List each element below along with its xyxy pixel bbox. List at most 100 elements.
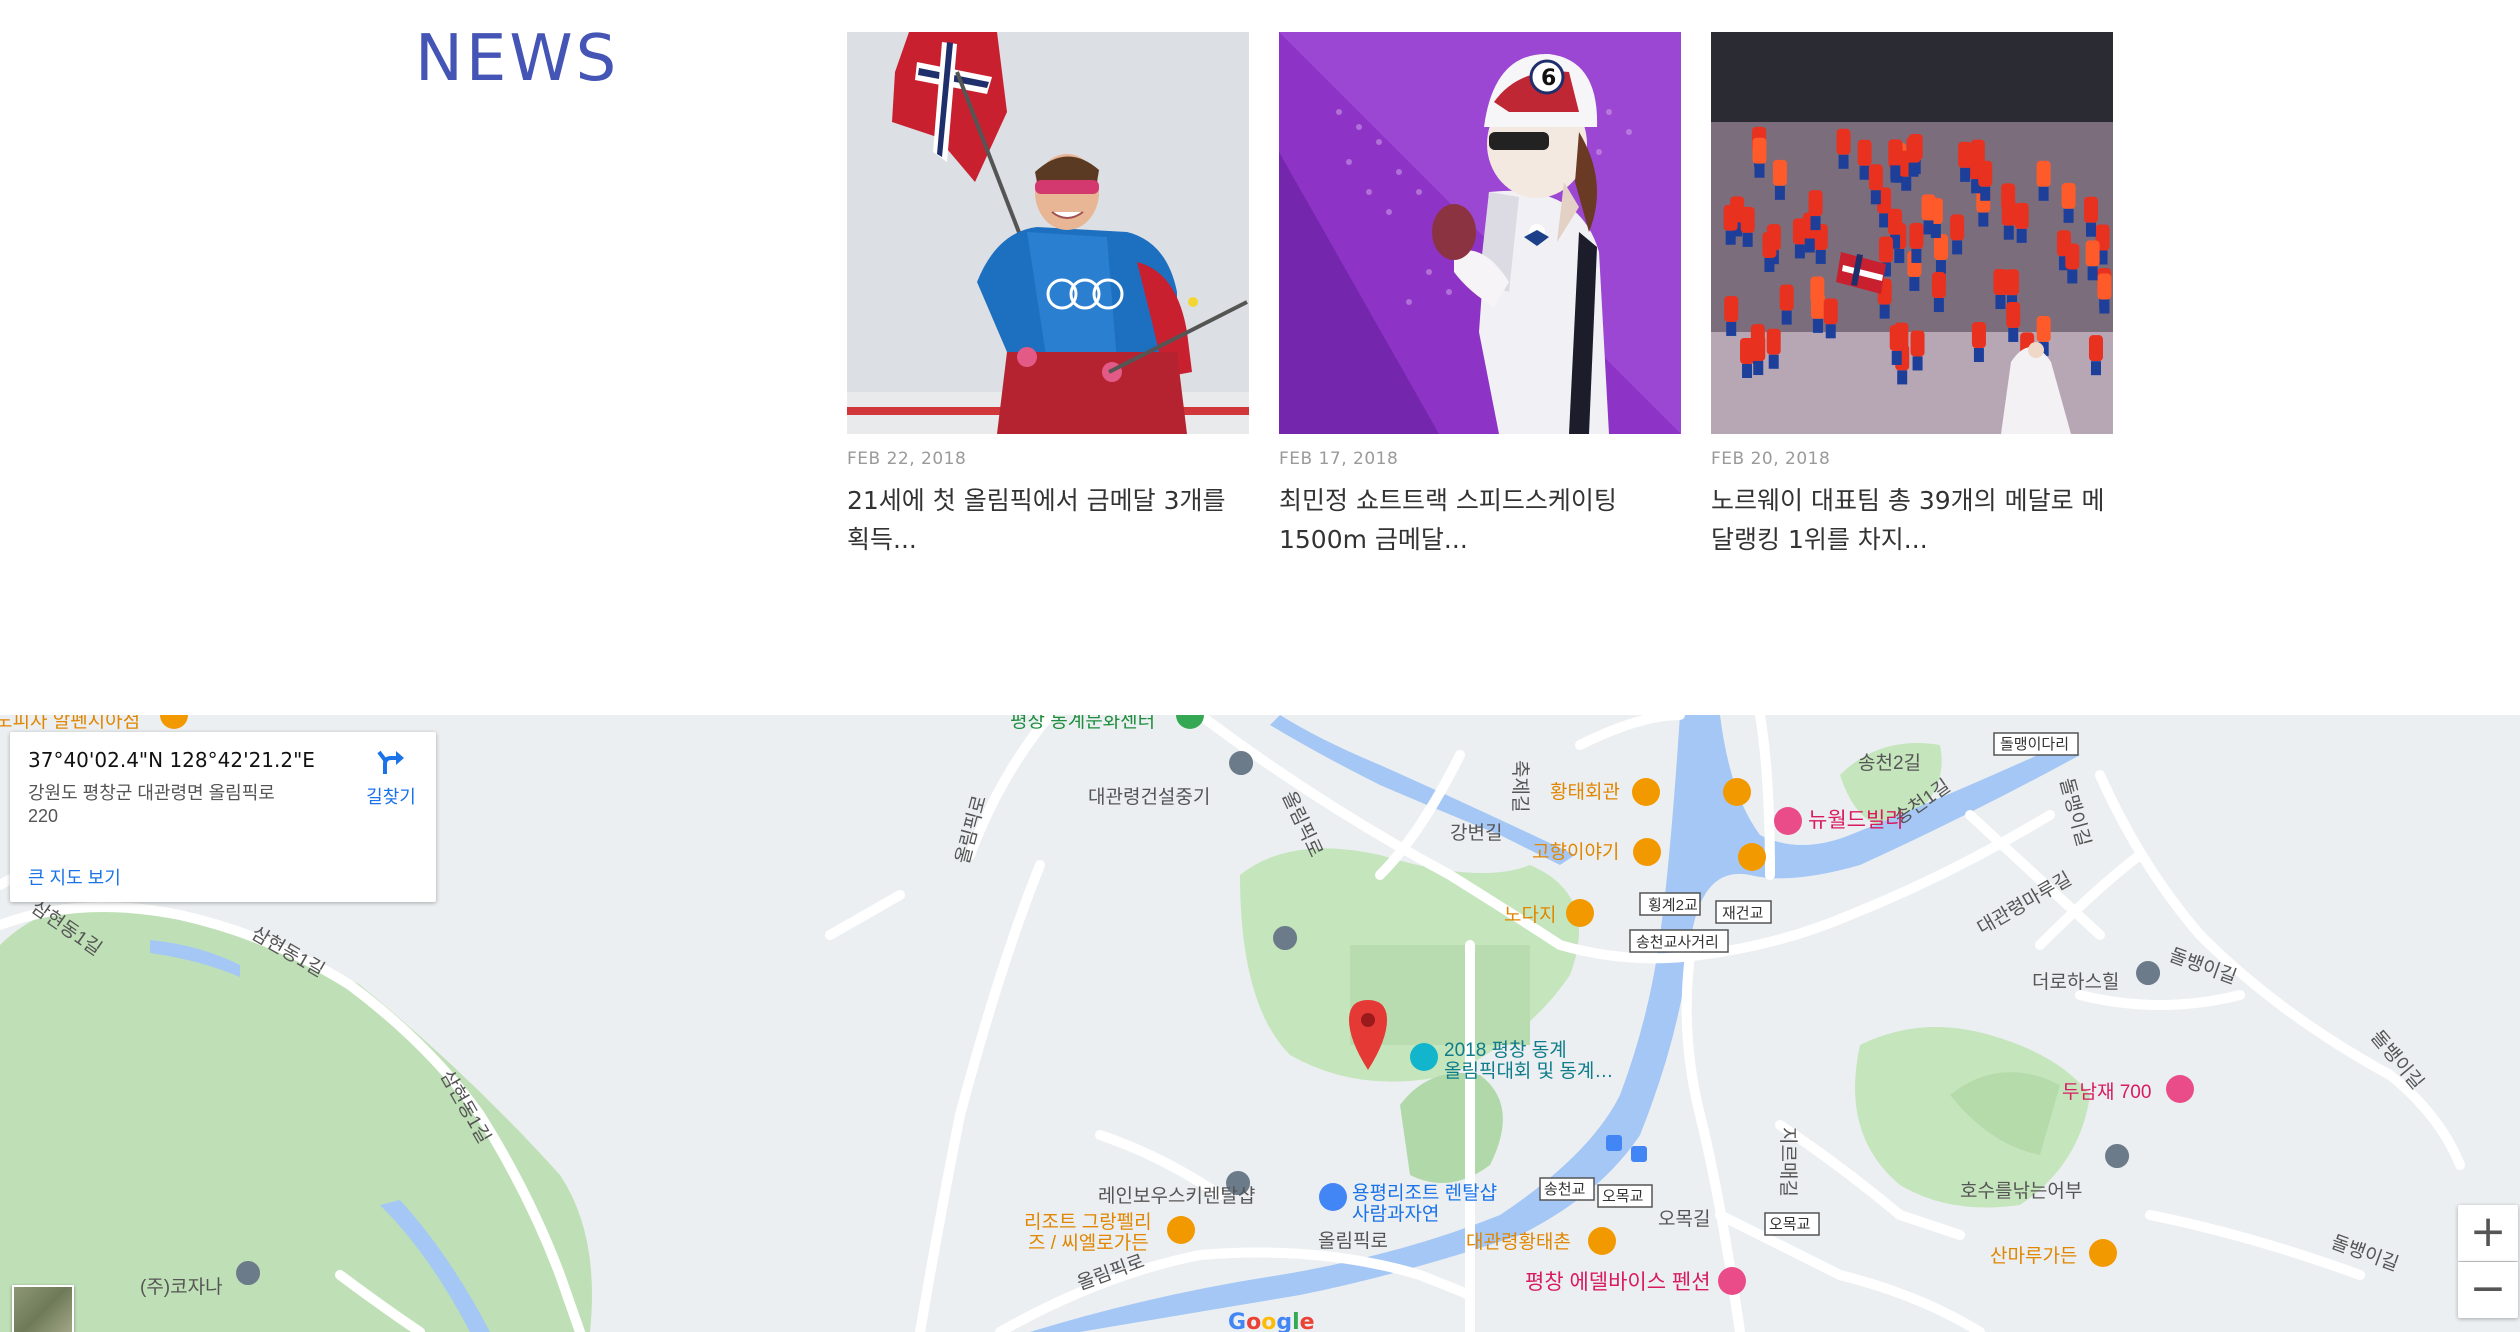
parade-figure [1971, 322, 1986, 349]
map-label: 노다지 [1504, 904, 1556, 926]
parade-figure-legs [1912, 356, 1923, 371]
map-label: 산마루가든 [1990, 1245, 2077, 1267]
parade-figure-legs [2099, 299, 2110, 314]
svg-text:6: 6 [1541, 66, 1556, 91]
parade-figure [1772, 159, 1787, 186]
map-label: 오목길 [1658, 1208, 1710, 1230]
news-headline-line[interactable]: 노르웨이 대표팀 총 39개의 메달로 메 [1711, 486, 2105, 515]
parade-figure [1921, 194, 1936, 221]
parade-figure [2061, 182, 2076, 209]
parade-figure [1724, 295, 1739, 322]
parade-figure [1888, 208, 1903, 235]
map-label: 송천2길 [1858, 752, 1921, 774]
news-headline-line[interactable]: 최민정 쇼트트랙 스피드스케이팅 [1279, 486, 1617, 515]
zoom-out-button[interactable]: − [2458, 1262, 2518, 1318]
parade-figure [2083, 196, 2098, 223]
news-headline[interactable]: 최민정 쇼트트랙 스피드스케이팅 1500m 금메달... [1279, 481, 1681, 559]
map-label: 평창 에델바이스 펜션 [1525, 1271, 1711, 1294]
parade-figure [1950, 214, 1965, 241]
google-logo: Google [1228, 1310, 1315, 1332]
map-coordinates: 37°40'02.4"N 128°42'21.2"E [28, 748, 315, 772]
news-thumbnail-skier[interactable] [847, 32, 1249, 434]
parade-figure-legs [1812, 318, 1823, 333]
news-date: FEB 17, 2018 [1279, 449, 1399, 469]
map-label: 2018 평창 동계 [1444, 1039, 1567, 1061]
parade-figure [1868, 164, 1883, 191]
map-label: 올림픽로 [1074, 1250, 1147, 1295]
news-headline[interactable]: 21세에 첫 올림픽에서 금메달 3개를 획득... [847, 481, 1249, 559]
parade-figure-legs [2038, 186, 2049, 201]
parade-figure-legs [2008, 327, 2019, 342]
news-headline[interactable]: 노르웨이 대표팀 총 39개의 메달로 메 달랭킹 1위를 차지... [1711, 481, 2113, 559]
map-info-card: 37°40'02.4"N 128°42'21.2"E 강원도 평창군 대관령면 … [10, 732, 436, 902]
parade-figure [1723, 204, 1738, 231]
parade-figure-legs [1753, 361, 1764, 376]
map-label: 대관령건설중기 [1088, 786, 1210, 808]
parade-figure [1910, 330, 1925, 357]
news-thumbnail-parade[interactable] [1711, 32, 2113, 434]
map-label: (주)코자나 [140, 1276, 223, 1298]
map-label: 오목교 [1769, 1216, 1810, 1233]
parade-figure [2065, 243, 2080, 270]
parade-figure-legs [1726, 321, 1737, 336]
parade-figure [2088, 335, 2103, 362]
news-headline-line[interactable]: 1500m 금메달... [1279, 525, 1468, 554]
parade-figure [1889, 324, 1904, 351]
parade-figure [1779, 284, 1794, 311]
parade-figure [2006, 301, 2021, 328]
directions-label[interactable]: 길찾기 [350, 783, 432, 809]
news-headline-line[interactable]: 달랭킹 1위를 차지... [1711, 525, 1928, 554]
google-logo-letter: e [1299, 1310, 1315, 1332]
google-logo-letter: g [1276, 1310, 1293, 1332]
directions-icon[interactable] [376, 746, 406, 776]
parade-figure [2036, 315, 2051, 342]
parade-figure-legs [1995, 295, 2006, 310]
google-logo-letter: o [1261, 1310, 1277, 1332]
view-larger-map-link[interactable]: 큰 지도 보기 [28, 864, 121, 890]
map-label: 돌맹이길 [2055, 776, 2094, 849]
parade-figure-legs [2063, 208, 2074, 223]
parade-figure [1857, 139, 1872, 166]
parade-figure-legs [1764, 257, 1775, 272]
news-headline-line[interactable]: 획득... [847, 525, 917, 554]
parade-figure [2085, 240, 2100, 267]
parade-figure-legs [1859, 165, 1870, 180]
parade-figure [1836, 128, 1851, 155]
map-embed[interactable]: 노피자 알펜시아점 평창 동계문화센터 대관령건설중기 강변길 황태회관 고향이… [0, 715, 2520, 1332]
map-label: 축제길 [1509, 760, 1531, 812]
map-label: 리조트 그랑펠리 [1024, 1211, 1152, 1233]
map-label: 송천교사거리 [1636, 934, 1719, 951]
news-card[interactable]: FEB 20, 2018 노르웨이 대표팀 총 39개의 메달로 메 달랭킹 1… [1711, 32, 2113, 559]
news-headline-line[interactable]: 21세에 첫 올림픽에서 금메달 3개를 [847, 486, 1226, 515]
parade-figure-legs [1894, 249, 1905, 264]
map-label: 송천교 [1544, 1181, 1585, 1198]
map-label: 노피자 알펜시아점 [0, 715, 140, 732]
map-label: 더로하스힐 [2032, 971, 2119, 993]
parade-figure-legs [1935, 260, 1946, 275]
news-date: FEB 22, 2018 [847, 449, 967, 469]
parade-figure-legs [1923, 220, 1934, 235]
parade-figure-legs [1725, 230, 1736, 245]
news-thumbnail-skater[interactable]: 6 [1279, 32, 1681, 434]
google-logo-letter: l [1292, 1310, 1300, 1332]
map-label: 횡계2교 [1648, 897, 1698, 914]
directions-button[interactable]: 길찾기 [350, 746, 432, 809]
parade-figure-legs [1838, 154, 1849, 169]
parade-figure [1978, 160, 1993, 187]
news-card[interactable]: FEB 22, 2018 21세에 첫 올림픽에서 금메달 3개를 획득... [847, 32, 1249, 559]
google-logo-letter: G [1228, 1310, 1247, 1332]
zoom-in-button[interactable]: + [2458, 1205, 2518, 1261]
parade-figure-legs [1901, 176, 1912, 191]
parade-figure-legs [1891, 350, 1902, 365]
parade-figure-legs [2016, 228, 2027, 243]
parade-figure-legs [2090, 361, 2101, 376]
parade-figure [1958, 141, 1973, 168]
satellite-toggle-thumbnail[interactable] [12, 1285, 74, 1332]
map-address: 강원도 평창군 대관령면 올림픽로 220 [28, 782, 318, 828]
parade-figure [2036, 160, 2051, 187]
parade-figure-legs [1742, 232, 1753, 247]
parade-figure-legs [1794, 244, 1805, 259]
parade-figure-legs [1911, 248, 1922, 263]
news-card[interactable]: 6 FEB 17, 2018 최민정 쇼트트랙 스피드스케이팅 1500m 금메… [1279, 32, 1681, 559]
map-label: 돌뱅이길 [2166, 944, 2239, 989]
